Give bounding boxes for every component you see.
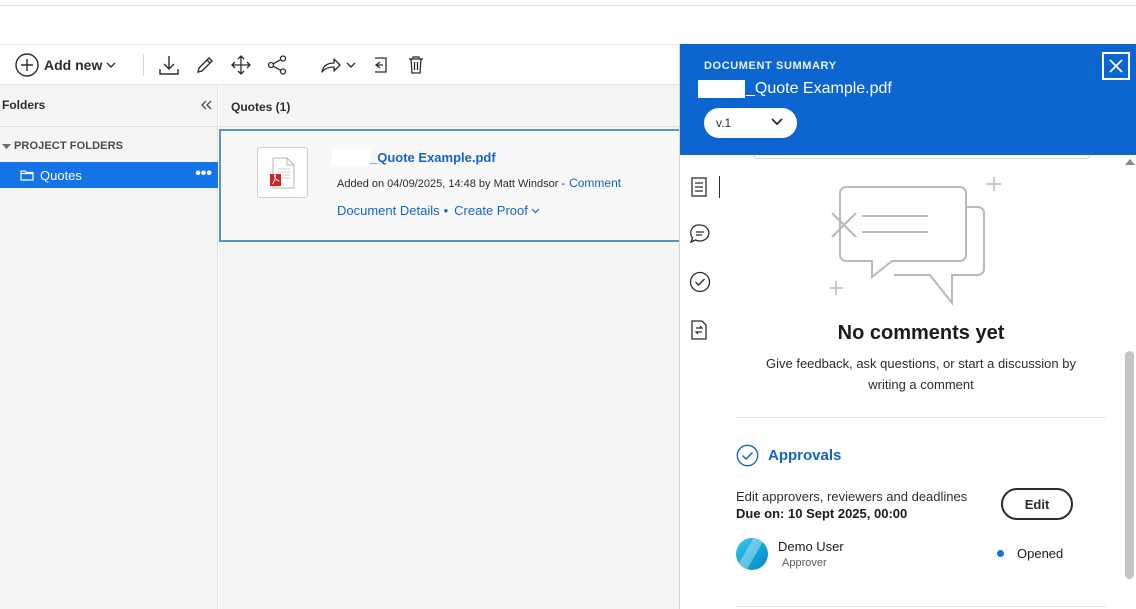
close-icon [1109,59,1123,73]
project-folders-label: PROJECT FOLDERS [14,140,124,152]
redacted-block [698,80,745,98]
tab-approvals[interactable] [689,271,711,298]
folder-title: Quotes (1) [231,100,291,114]
download-icon [159,55,179,75]
file-card[interactable]: _Quote Example.pdf Added on 04/09/2025, … [219,129,679,242]
plus-circle-icon [15,52,39,77]
chevron-down-icon[interactable] [531,208,540,214]
more-options-icon[interactable]: ••• [195,165,212,183]
close-button[interactable] [1102,52,1130,80]
tab-versions[interactable] [689,319,709,346]
file-list-header: Quotes (1) [219,85,679,127]
version-select[interactable]: v.1 [704,108,797,138]
sidebar-item-label: Quotes [40,167,82,183]
section-divider [736,606,1106,607]
approvals-title: Approvals [768,447,842,464]
forward-icon [320,57,341,73]
move-button[interactable] [228,45,254,84]
project-folders-toggle[interactable]: PROJECT FOLDERS [0,137,123,155]
compare-document-icon [691,320,707,340]
scrollbar-thumb[interactable] [1125,351,1134,579]
status-badge: Opened [997,546,1063,561]
status-text: Opened [1017,546,1064,561]
folders-title: Folders [2,98,46,112]
file-thumbnail[interactable] [257,147,308,198]
comment-input-edge[interactable] [753,155,1090,159]
version-value: v.1 [716,116,732,130]
file-name: _Quote Example.pdf [370,150,496,165]
summary-header: DOCUMENT SUMMARY _Quote Example.pdf v.1 [680,44,1136,155]
file-name-link[interactable]: _Quote Example.pdf [332,149,496,166]
summary-doc-name: _Quote Example.pdf [746,80,892,97]
redacted-block [332,149,370,166]
active-tab-indicator [719,176,720,198]
download-button[interactable] [156,45,182,84]
file-actions: Document Details • Create Proof [337,203,540,218]
share-icon [267,54,287,75]
tab-details[interactable] [689,176,709,203]
no-comments-title: No comments yet [837,322,1005,344]
pdf-file-icon [269,157,294,188]
delete-button[interactable] [404,45,428,84]
folders-panel: Folders PROJECT FOLDERS Quotes ••• [0,85,218,609]
added-text: Added on 04/09/2025, 14:48 by Matt Winds… [337,178,566,190]
approvals-header[interactable]: Approvals [736,444,841,467]
link-separator: • [443,203,449,218]
chevron-down-icon [346,62,355,68]
double-chevron-left-icon [201,100,212,110]
edit-approvals-button[interactable]: Edit [1001,488,1073,520]
due-date: Due on: 10 Sept 2025, 00:00 [736,506,908,521]
document-details-link[interactable]: Document Details [337,203,440,218]
summary-doc-title: _Quote Example.pdf [698,79,892,99]
trash-icon [409,55,423,74]
file-list-panel: Quotes (1) _Quote Example.pdf Added on 0… [219,85,679,609]
exit-icon [374,56,387,73]
no-comments-text: Give feedback, ask questions, or start a… [766,356,1076,392]
pencil-icon [197,56,213,73]
document-icon [691,177,707,197]
toolbar-divider [143,54,144,76]
edit-button[interactable] [193,45,217,84]
status-dot-icon [997,550,1004,557]
summary-tab-rail [680,155,730,609]
user-role: Approver [782,557,827,569]
avatar [736,538,768,570]
folder-icon [20,170,34,181]
exit-button[interactable] [367,45,391,84]
user-name: Demo User [778,539,844,554]
approvals-edit-text: Edit approvers, reviewers and deadlines [736,489,968,504]
share-button[interactable] [264,45,290,84]
file-meta: Added on 04/09/2025, 14:48 by Matt Winds… [337,176,621,190]
check-circle-icon [736,444,759,467]
folders-header: Folders [0,85,218,127]
summary-content: No comments yet Give feedback, ask quest… [736,155,1121,609]
chevron-down-icon [771,118,783,126]
toolbar: Add new [0,44,679,85]
scroll-up-arrow-icon[interactable] [1125,159,1135,165]
collapse-panel-button[interactable] [200,97,212,115]
sidebar-item-quotes[interactable]: Quotes ••• [0,162,218,188]
section-divider [736,417,1106,418]
empty-comments-illustration [830,177,1001,305]
top-strip [0,0,1136,6]
document-summary-panel: DOCUMENT SUMMARY _Quote Example.pdf v.1 [679,44,1136,609]
check-circle-icon [689,271,711,293]
create-proof-link[interactable]: Create Proof [454,203,528,218]
comment-link[interactable]: Comment [569,176,621,190]
add-new-button[interactable]: Add new [14,45,116,84]
move-icon [231,54,251,75]
tab-comments[interactable] [689,223,711,250]
add-new-label: Add new [44,56,103,73]
forward-button[interactable] [316,45,358,84]
chevron-down-icon [106,62,116,68]
scrollbar[interactable] [1123,155,1136,609]
summary-label: DOCUMENT SUMMARY [704,60,837,72]
comment-icon [689,224,710,244]
caret-down-icon [2,143,11,149]
